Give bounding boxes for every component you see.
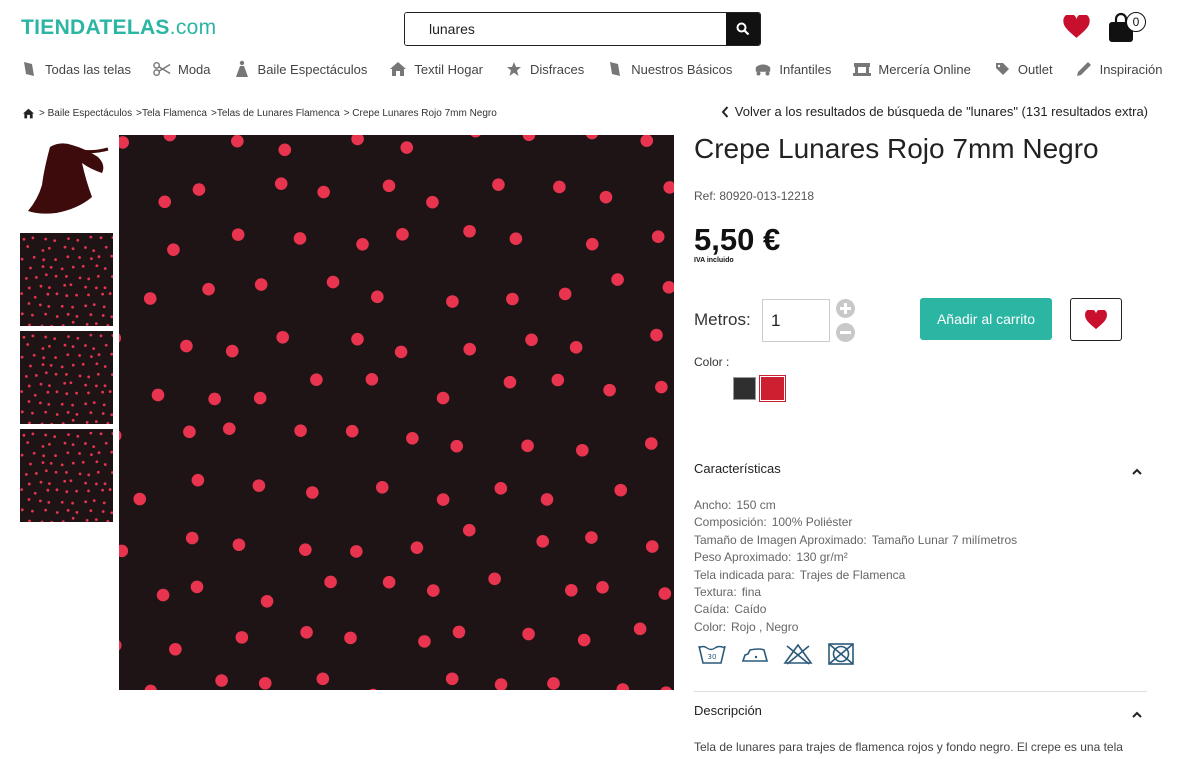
thumbnail-fabric[interactable] <box>20 331 113 424</box>
heart-icon <box>1085 309 1107 329</box>
minus-icon[interactable] <box>836 323 855 342</box>
main-product-image[interactable] <box>119 135 674 690</box>
breadcrumb-item[interactable]: >Telas de Lunares Flamenca <box>211 108 340 119</box>
no-bleach-icon <box>783 643 813 665</box>
add-to-wishlist-button[interactable] <box>1070 298 1122 341</box>
sewing-machine-icon <box>853 60 872 78</box>
nav-item-textil-hogar[interactable]: Textil Hogar <box>389 60 483 78</box>
nav-item-nuestros-basicos[interactable]: Nuestros Básicos <box>606 60 732 78</box>
nav-item-outlet[interactable]: Outlet <box>993 60 1053 78</box>
nav-item-moda[interactable]: Moda <box>153 60 211 78</box>
star-icon <box>505 60 523 78</box>
chevron-left-icon <box>721 105 729 118</box>
breadcrumb-item[interactable]: > Crepe Lunares Rojo 7mm Negro <box>344 108 497 119</box>
chevron-up-icon[interactable] <box>1132 711 1142 718</box>
search-bar <box>404 12 761 46</box>
spec-row: Color: Rojo , Negro <box>694 619 799 634</box>
scissors-icon <box>153 60 171 78</box>
characteristics-header[interactable]: Características <box>694 461 781 476</box>
breadcrumb-item[interactable]: > Baile Espectáculos <box>39 108 132 119</box>
dancer-icon <box>233 60 251 78</box>
home-icon <box>389 60 407 78</box>
plus-icon[interactable] <box>836 299 855 318</box>
thumbnail-fabric[interactable] <box>20 429 113 522</box>
wishlist-heart-icon[interactable] <box>1063 15 1090 39</box>
no-tumble-dry-icon <box>828 643 854 665</box>
spec-row: Ancho: 150 cm <box>694 498 776 512</box>
iron-low-icon <box>741 648 769 662</box>
add-to-cart-button[interactable]: Añadir al carrito <box>920 298 1052 340</box>
spec-row: Composición: 100% Poliéster <box>694 515 853 530</box>
back-to-results-link[interactable]: Volver a los resultados de búsqueda de "… <box>721 104 1148 119</box>
nav-item-infantiles[interactable]: Infantiles <box>754 60 831 78</box>
breadcrumb-item[interactable]: >Tela Flamenca <box>136 108 207 119</box>
search-input[interactable] <box>405 13 726 45</box>
color-swatch-negro[interactable] <box>733 377 756 400</box>
home-icon[interactable] <box>22 108 35 119</box>
description-text: Tela de lunares para trajes de flamenca … <box>694 740 1123 754</box>
main-nav: Todas las telas Moda Baile Espectáculos … <box>20 58 1184 80</box>
spec-row: Tamaño de Imagen Aproximado: Tamaño Lunar… <box>694 532 1018 547</box>
tax-note: IVA incluido <box>694 257 734 264</box>
thumbnail-fabric[interactable] <box>20 233 113 326</box>
tag-icon <box>993 60 1011 78</box>
product-title: Crepe Lunares Rojo 7mm Negro <box>694 133 1099 164</box>
fabric-roll-icon <box>606 60 624 78</box>
search-button[interactable] <box>726 13 760 45</box>
section-divider <box>694 691 1147 692</box>
spec-row: Tela indicada para: Trajes de Flamenca <box>694 567 906 582</box>
breadcrumb: > Baile Espectáculos >Tela Flamenca >Tel… <box>22 108 501 119</box>
color-swatch-rojo[interactable] <box>759 375 786 402</box>
nav-item-disfraces[interactable]: Disfraces <box>505 60 584 78</box>
fabric-roll-icon <box>20 60 38 78</box>
spec-row: Peso Aproximado: 130 gr/m² <box>694 550 848 565</box>
pencil-icon <box>1075 60 1093 78</box>
chevron-up-icon[interactable] <box>1132 468 1142 475</box>
quantity-input[interactable] <box>762 299 830 342</box>
site-logo[interactable]: TIENDATELAS.com <box>21 16 216 40</box>
description-header[interactable]: Descripción <box>694 703 762 718</box>
spec-row: Textura: fina <box>694 585 762 600</box>
product-ref: Ref: 80920-013-12218 <box>694 189 815 203</box>
characteristics-list: Ancho: 150 cm Composición: 100% Poliéster … <box>694 497 1017 636</box>
spec-row: Caída: Caído <box>694 602 767 617</box>
nav-item-todas-las-telas[interactable]: Todas las telas <box>20 60 131 78</box>
wash-30-icon: 30 <box>698 645 726 664</box>
svg-text:30: 30 <box>708 653 717 661</box>
search-icon <box>736 22 750 36</box>
color-label: Color : <box>694 355 730 369</box>
baby-car-icon <box>754 60 772 78</box>
thumbnail-model[interactable] <box>20 135 113 228</box>
nav-item-inspiracion[interactable]: Inspiración <box>1075 60 1162 78</box>
cart-count-badge[interactable]: 0 <box>1126 12 1146 32</box>
nav-item-baile-espectaculos[interactable]: Baile Espectáculos <box>233 60 367 78</box>
thumbnail-list <box>20 135 113 527</box>
product-price: 5,50 € <box>694 222 781 257</box>
nav-item-merceria-online[interactable]: Mercería Online <box>853 60 971 78</box>
quantity-label: Metros: <box>694 310 751 329</box>
care-icons: 30 <box>697 642 869 666</box>
